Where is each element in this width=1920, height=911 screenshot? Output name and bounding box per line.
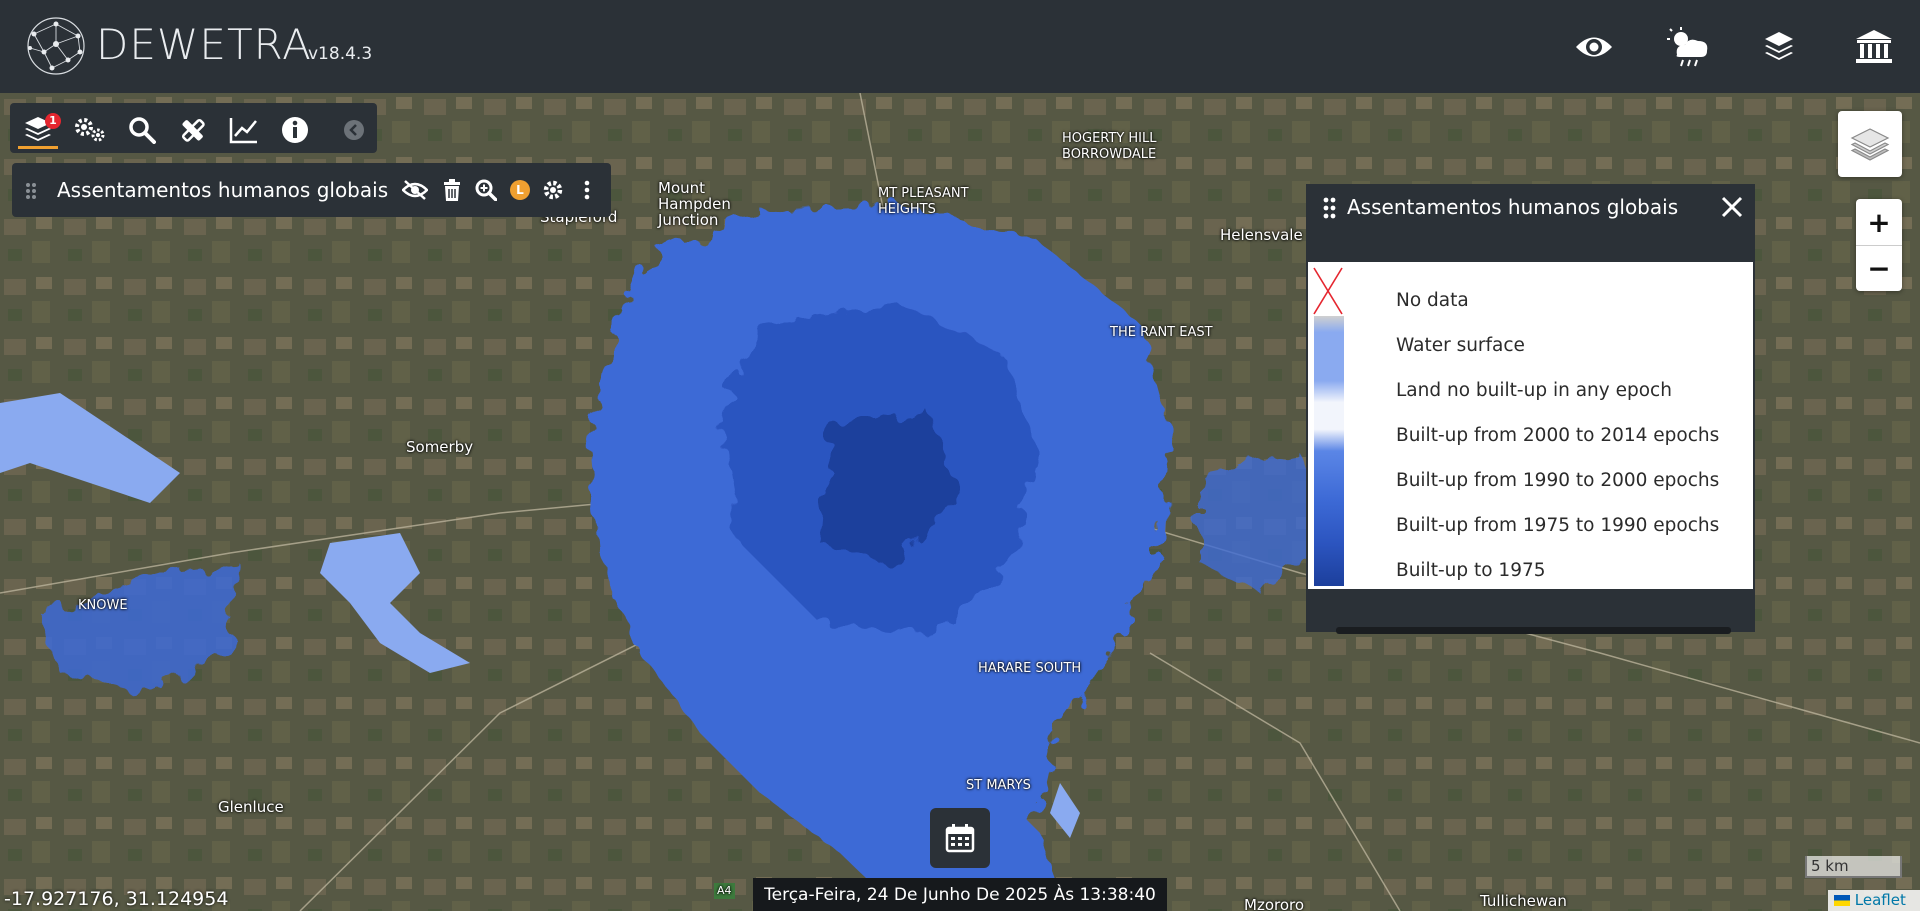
app-header: DEWETRA v18.4.3 — [0, 0, 1920, 93]
legend-item-label: Built-up to 1975 — [1396, 560, 1546, 581]
place-label: MT PLEASANT HEIGHTS — [878, 186, 969, 217]
current-datetime: Terça-Feira, 24 De Junho De 2025 Às 13:3… — [753, 878, 1167, 911]
legend-badge-label: L — [516, 183, 524, 197]
legend-toggle-icon[interactable]: L — [507, 177, 533, 203]
tools-icon[interactable] — [173, 111, 213, 149]
place-label: Glenluce — [218, 798, 284, 816]
zoom-out-button[interactable]: − — [1856, 245, 1902, 291]
zoom-control: + − — [1856, 199, 1902, 291]
close-icon[interactable] — [1717, 192, 1747, 222]
map-attribution[interactable]: Leaflet — [1828, 890, 1920, 911]
place-label: HARARE SOUTH — [978, 661, 1082, 676]
attribution-link[interactable]: Leaflet — [1855, 891, 1906, 909]
flag-icon — [1834, 895, 1850, 906]
layers-icon[interactable] — [1756, 24, 1802, 70]
globe-logo-icon — [27, 17, 85, 75]
legend-item-label: Built-up from 1990 to 2000 epochs — [1396, 470, 1720, 491]
place-label: Somerby — [406, 438, 474, 456]
place-label: Mzororo — [1244, 896, 1305, 911]
scale-bar: 5 km — [1805, 856, 1902, 878]
delete-layer-icon[interactable] — [439, 177, 465, 203]
place-label: HOGERTY HILL BORROWDALE — [1062, 131, 1157, 162]
legend-content: No data Water surface Land no built-up i… — [1308, 262, 1753, 589]
legend-item-label: No data — [1396, 290, 1469, 311]
main-toolbar: 1 — [10, 103, 377, 153]
institution-icon[interactable] — [1851, 24, 1897, 70]
app-brand: DEWETRA — [96, 20, 312, 69]
weather-icon[interactable] — [1666, 24, 1712, 70]
place-label: THE RANT EAST — [1110, 325, 1213, 340]
legend-title: Assentamentos humanos globais — [1347, 195, 1679, 219]
layers-icon — [1850, 128, 1890, 161]
layers-button[interactable]: 1 — [18, 111, 61, 149]
collapse-icon[interactable] — [334, 111, 374, 149]
info-icon[interactable] — [275, 111, 315, 149]
legend-item-label: Built-up from 1975 to 1990 epochs — [1396, 515, 1720, 536]
legend-item-label: Built-up from 2000 to 2014 epochs — [1396, 425, 1720, 446]
legend-item-label: Water surface — [1396, 335, 1525, 356]
layers-count-badge: 1 — [45, 113, 61, 129]
eye-icon[interactable] — [1571, 24, 1617, 70]
chart-icon[interactable] — [224, 111, 264, 149]
hide-layer-icon[interactable] — [402, 177, 428, 203]
cursor-coordinates: -17.927176, 31.124954 — [4, 888, 229, 910]
place-label: Mount Hampden Junction — [658, 179, 731, 229]
legend-scrollbar[interactable] — [1336, 627, 1731, 634]
search-icon[interactable] — [122, 111, 162, 149]
place-label: ST MARYS — [966, 778, 1031, 793]
place-label: Tullichewan — [1480, 892, 1567, 910]
drag-handle-icon[interactable] — [1323, 197, 1336, 219]
zoom-in-button[interactable]: + — [1856, 199, 1902, 245]
place-label: KNOWE — [78, 598, 128, 613]
legend-color-ramp — [1313, 267, 1344, 586]
active-layer-row[interactable]: Assentamentos humanos globais L — [12, 163, 611, 217]
legend-item-label: Land no built-up in any epoch — [1396, 380, 1672, 401]
legend-panel: Assentamentos humanos globais No data Wa… — [1306, 184, 1755, 634]
basemap-switcher-button[interactable] — [1838, 111, 1902, 177]
zoom-to-layer-icon[interactable] — [473, 177, 499, 203]
calendar-icon — [945, 824, 975, 853]
calendar-button[interactable] — [930, 808, 990, 868]
layer-settings-icon[interactable] — [540, 177, 566, 203]
layer-name: Assentamentos humanos globais — [57, 178, 389, 202]
settings-icon[interactable] — [70, 111, 110, 149]
road-label: A4 — [714, 883, 735, 899]
drag-handle-icon[interactable] — [25, 182, 37, 200]
place-label: Helensvale — [1220, 226, 1303, 244]
app-version: v18.4.3 — [308, 44, 373, 64]
more-options-icon[interactable] — [574, 177, 600, 203]
